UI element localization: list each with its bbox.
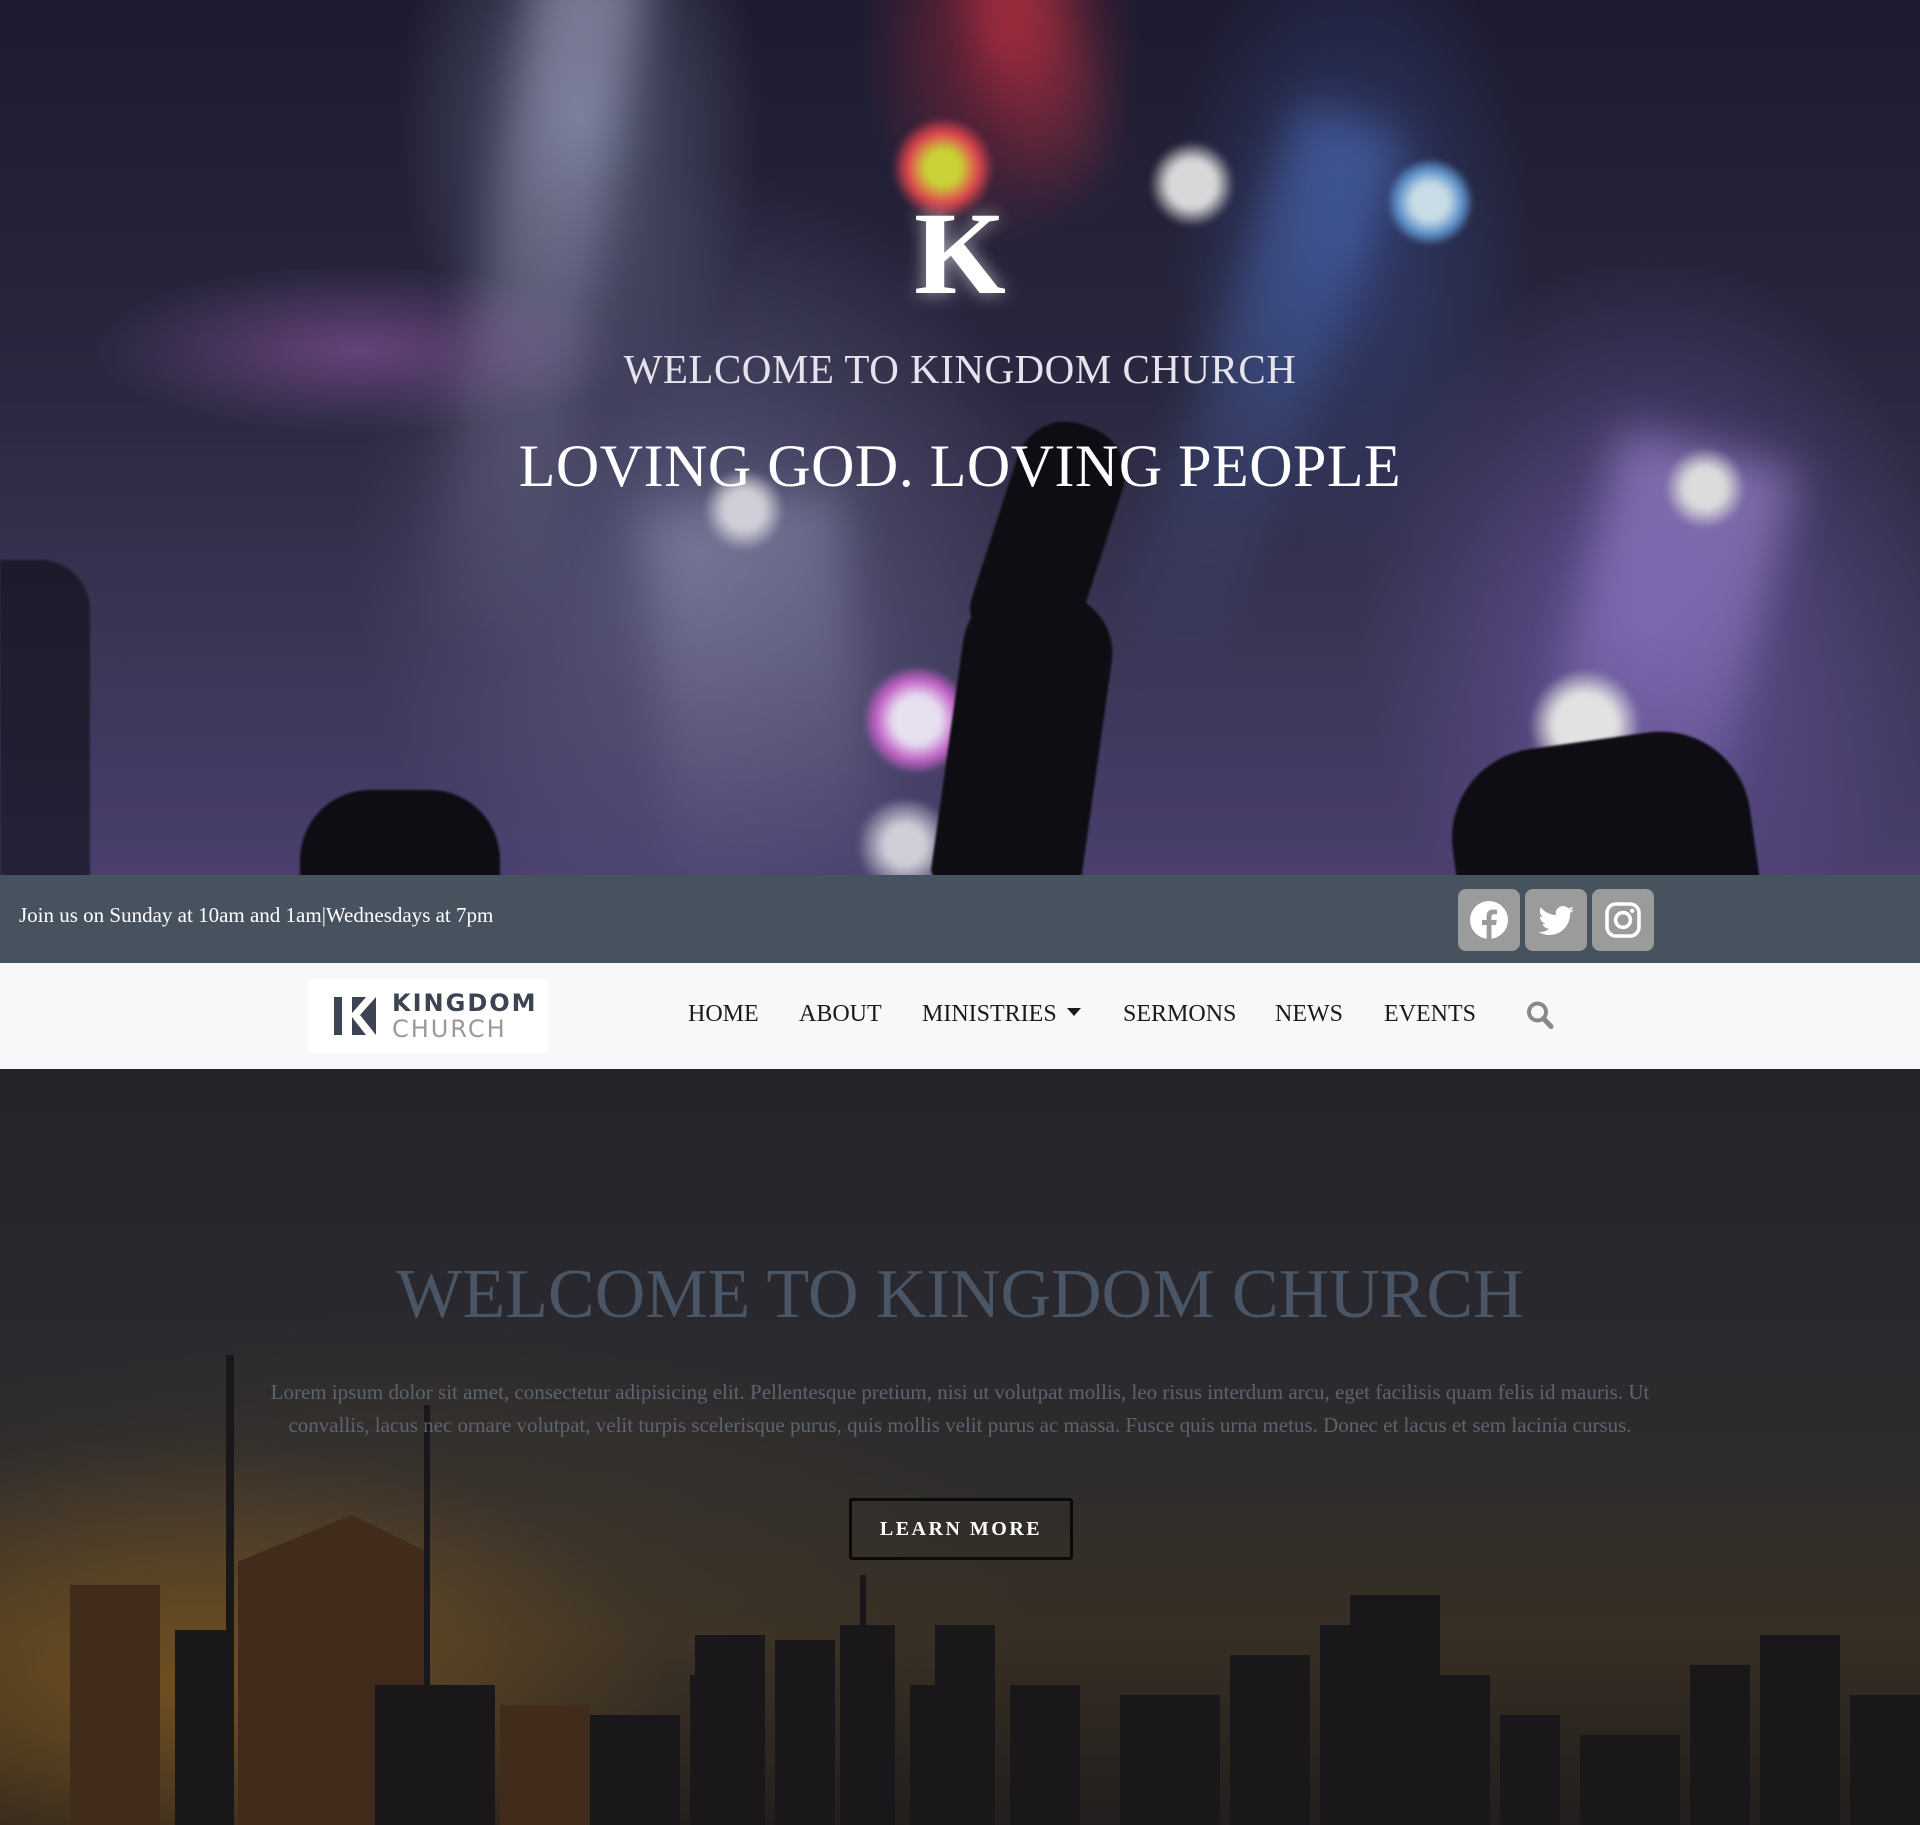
light-beam [640, 489, 882, 875]
brand-line-2: CHURCH [392, 1015, 507, 1043]
twitter-icon [1538, 905, 1574, 936]
nav-events[interactable]: EVENTS [1384, 1001, 1476, 1028]
hero-banner: K WELCOME TO KINGDOM CHURCH LOVING GOD. … [0, 0, 1920, 875]
background-overlay [0, 1069, 1920, 1825]
search-icon[interactable] [1526, 1000, 1554, 1030]
light-beam [419, 0, 650, 659]
caret-down-icon [1066, 1008, 1081, 1016]
light-beam [1098, 101, 1407, 703]
twitter-link[interactable] [1525, 889, 1587, 951]
facebook-link[interactable] [1458, 889, 1520, 951]
facebook-icon [1470, 901, 1508, 939]
hand-silhouette [300, 790, 500, 875]
hero-welcome-heading: WELCOME TO KINGDOM CHURCH [623, 346, 1297, 392]
nav-news[interactable]: NEWS [1275, 1001, 1343, 1028]
service-times-bar: Join us on Sunday at 10am and 1am|Wednes… [0, 875, 1920, 963]
nav-ministries-label: MINISTRIES [922, 1001, 1057, 1027]
instagram-link[interactable] [1592, 889, 1654, 951]
main-navbar: KINGDOM CHURCH HOME ABOUT MINISTRIES SER… [0, 963, 1920, 1069]
service-times-text: Join us on Sunday at 10am and 1am|Wednes… [19, 903, 494, 927]
instagram-icon [1605, 902, 1641, 938]
nav-ministries[interactable]: MINISTRIES [922, 1001, 1081, 1028]
brand-logo[interactable]: KINGDOM CHURCH [308, 979, 548, 1053]
section-title: WELCOME TO KINGDOM CHURCH [396, 1256, 1524, 1333]
learn-more-button[interactable]: LEARN MORE [849, 1498, 1073, 1560]
nav-about[interactable]: ABOUT [799, 1001, 882, 1028]
brand-line-1: KINGDOM [392, 989, 538, 1017]
nav-home[interactable]: HOME [688, 1001, 759, 1028]
hand-silhouette [0, 560, 90, 875]
hero-logo-letter: K [914, 188, 1006, 319]
kingdom-k-logo-icon [334, 997, 376, 1035]
welcome-section [0, 1069, 1920, 1825]
hero-tagline: LOVING GOD. LOVING PEOPLE [518, 433, 1402, 499]
section-body: Lorem ipsum dolor sit amet, consectetur … [270, 1380, 1650, 1437]
nav-sermons[interactable]: SERMONS [1123, 1001, 1236, 1028]
